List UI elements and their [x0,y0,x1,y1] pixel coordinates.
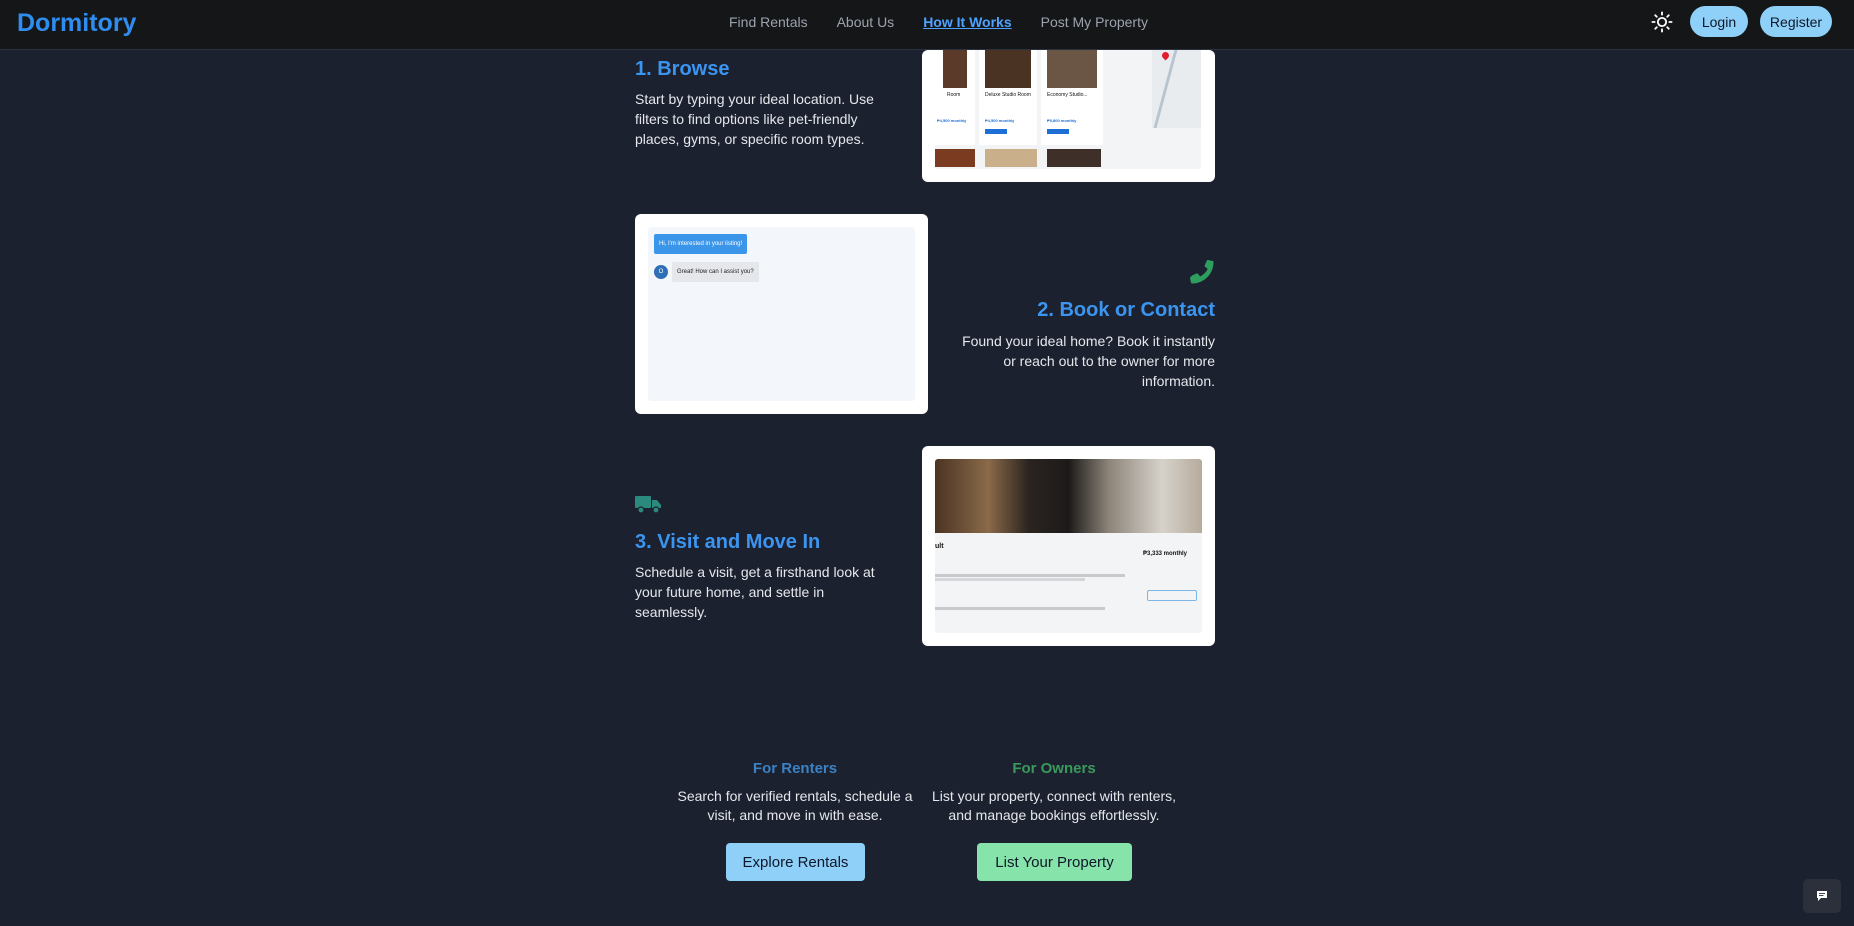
listing-title: Room [947,92,961,98]
listing-price: ₱4,500 monthly [937,118,967,123]
chat-message-outgoing: Hi, I'm interested in your listing! [654,234,748,254]
listing-price: ₱4,500 monthly [985,118,1015,123]
owners-title: For Owners [1012,760,1096,777]
nav-how-it-works[interactable]: How It Works [923,14,1011,30]
listing-title: Deluxe Studio Room [985,92,1031,98]
chat-message-incoming: Great! How can I assist you? [672,262,759,282]
listing-detail-screen: ult ₱3,333 monthly [935,459,1202,633]
nav-find-rentals[interactable]: Find Rentals [729,14,808,30]
chat-avatar: O [654,265,668,279]
step-1-description: Start by typing your ideal location. Use… [635,91,874,147]
step-1-title: 1. Browse [635,58,730,80]
owners-description: List your property, connect with renters… [931,788,1177,823]
listing-title: Economy Studio... [1047,92,1088,98]
renters-title: For Renters [752,760,838,777]
nav-about-us[interactable]: About Us [837,14,895,30]
listing-detail-price: ₱3,333 monthly [1143,551,1188,557]
listing-card: Room ₱4,500 monthly [935,50,975,145]
map-pin-icon [1160,50,1171,61]
step-2-description: Found your ideal home? Book it instantly… [962,333,1215,389]
renters-description: Search for verified rentals, schedule a … [677,788,913,823]
truck-icon [635,496,661,514]
nav-links: Find Rentals About Us How It Works Post … [729,14,1177,30]
browse-preview-card: Room ₱4,500 monthly Deluxe Studio Room ₱… [922,50,1215,182]
login-button[interactable]: Login [1690,6,1748,37]
chat-bubble-icon [1817,891,1827,901]
listing-photo [935,459,1202,533]
theme-toggle-sun-icon[interactable] [1651,11,1673,33]
chat-preview-card: Hi, I'm interested in your listing! O Gr… [635,214,928,414]
phone-icon [1190,259,1214,284]
chat-window: Hi, I'm interested in your listing! O Gr… [648,227,915,401]
step-3-title: 3. Visit and Move In [635,531,821,553]
listing-card: Deluxe Studio Room ₱4,500 monthly [979,50,1037,145]
list-property-button[interactable]: List Your Property [977,843,1132,881]
chat-widget-button[interactable] [1803,879,1841,913]
browse-preview-screen: Room ₱4,500 monthly Deluxe Studio Room ₱… [935,50,1201,169]
step-2-title: 2. Book or Contact [1037,299,1215,321]
brand-logo[interactable]: Dormitory [17,9,136,38]
top-nav: Dormitory Find Rentals About Us How It W… [0,0,1854,50]
listing-detail-preview-card: ult ₱3,333 monthly [922,446,1215,646]
register-button[interactable]: Register [1760,6,1832,37]
listing-title-fragment: ult [935,543,944,550]
map-preview [1152,50,1201,128]
step-3-description: Schedule a visit, get a firsthand look a… [635,564,875,620]
explore-rentals-button[interactable]: Explore Rentals [726,843,865,881]
listing-price: ₱5,800 monthly [1047,118,1077,123]
nav-post-property[interactable]: Post My Property [1041,14,1148,30]
listing-card: Economy Studio... ₱5,800 monthly [1041,50,1103,145]
